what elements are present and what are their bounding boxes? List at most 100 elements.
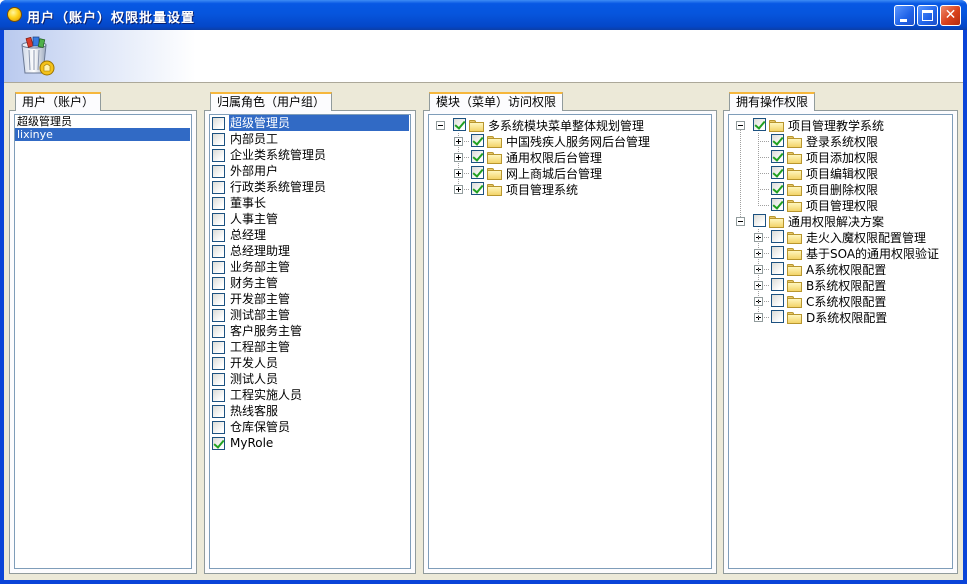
- role-checkbox[interactable]: [212, 197, 225, 210]
- role-item[interactable]: 总经理: [210, 227, 410, 243]
- expand-icon[interactable]: [454, 153, 463, 162]
- operation-group-label[interactable]: 项目管理教学系统: [788, 117, 884, 134]
- role-checkbox[interactable]: [212, 277, 225, 290]
- collapse-icon[interactable]: [736, 217, 745, 226]
- role-item[interactable]: 行政类系统管理员: [210, 179, 410, 195]
- module-node-checkbox[interactable]: [471, 182, 484, 195]
- operation-node-checkbox[interactable]: [771, 182, 784, 195]
- role-item[interactable]: 总经理助理: [210, 243, 410, 259]
- maximize-button[interactable]: [917, 5, 938, 26]
- role-checkbox[interactable]: [212, 293, 225, 306]
- operation-node-checkbox[interactable]: [771, 150, 784, 163]
- app-icon[interactable]: [7, 7, 22, 22]
- operation-node-checkbox[interactable]: [771, 262, 784, 275]
- role-checkbox[interactable]: [212, 341, 225, 354]
- role-item[interactable]: 业务部主管: [210, 259, 410, 275]
- role-checkbox[interactable]: [212, 389, 225, 402]
- operation-node-label[interactable]: 项目添加权限: [806, 149, 878, 166]
- operation-node-label[interactable]: B系统权限配置: [806, 277, 886, 294]
- role-checkbox[interactable]: [212, 133, 225, 146]
- role-checkbox[interactable]: [212, 325, 225, 338]
- role-item[interactable]: MyRole: [210, 435, 410, 451]
- role-item[interactable]: 内部员工: [210, 131, 410, 147]
- operation-node-checkbox[interactable]: [771, 198, 784, 211]
- role-checkbox[interactable]: [212, 149, 225, 162]
- role-item[interactable]: 人事主管: [210, 211, 410, 227]
- role-item[interactable]: 开发人员: [210, 355, 410, 371]
- role-checkbox[interactable]: [212, 245, 225, 258]
- list-item[interactable]: 超级管理员: [15, 115, 191, 128]
- role-checkbox[interactable]: [212, 309, 225, 322]
- modules-tree[interactable]: 多系统模块菜单整体规划管理 中国残疾人服务网后台管理 通用权限后台管理 网上商城后台管…: [428, 114, 712, 569]
- collapse-icon[interactable]: [436, 121, 445, 130]
- operation-node-label[interactable]: C系统权限配置: [806, 293, 886, 310]
- role-checkbox[interactable]: [212, 437, 225, 450]
- role-item[interactable]: 工程部主管: [210, 339, 410, 355]
- minimize-button[interactable]: [894, 5, 915, 26]
- expand-icon[interactable]: [454, 185, 463, 194]
- operation-node-label[interactable]: 登录系统权限: [806, 133, 878, 150]
- title-bar[interactable]: 用户（账户）权限批量设置 ✕: [0, 0, 967, 30]
- role-item[interactable]: 财务主管: [210, 275, 410, 291]
- module-node-label[interactable]: 中国残疾人服务网后台管理: [506, 133, 650, 150]
- operation-node-label[interactable]: 项目编辑权限: [806, 165, 878, 182]
- operation-node-label[interactable]: A系统权限配置: [806, 261, 886, 278]
- role-item[interactable]: 测试人员: [210, 371, 410, 387]
- operation-group-checkbox[interactable]: [753, 118, 766, 131]
- users-listbox[interactable]: 超级管理员 lixinye: [14, 114, 192, 569]
- module-node-label[interactable]: 网上商城后台管理: [506, 165, 602, 182]
- list-item[interactable]: lixinye: [15, 128, 190, 141]
- operation-group-checkbox[interactable]: [753, 214, 766, 227]
- operation-node-label[interactable]: 项目管理权限: [806, 197, 878, 214]
- role-checkbox[interactable]: [212, 405, 225, 418]
- operation-node-label[interactable]: 走火入魔权限配置管理: [806, 229, 926, 246]
- role-item[interactable]: 超级管理员: [210, 115, 410, 131]
- role-item[interactable]: 企业类系统管理员: [210, 147, 410, 163]
- operation-node-checkbox[interactable]: [771, 294, 784, 307]
- role-checkbox[interactable]: [212, 357, 225, 370]
- role-checkbox[interactable]: [212, 181, 225, 194]
- tab-modules[interactable]: 模块（菜单）访问权限: [429, 92, 564, 111]
- operation-group-label[interactable]: 通用权限解决方案: [788, 213, 884, 230]
- operation-node-label[interactable]: 基于SOA的通用权限验证: [806, 245, 939, 262]
- module-node-label[interactable]: 项目管理系统: [506, 181, 578, 198]
- role-checkbox[interactable]: [212, 117, 225, 130]
- expand-icon[interactable]: [454, 137, 463, 146]
- role-item[interactable]: 热线客服: [210, 403, 410, 419]
- tab-roles[interactable]: 归属角色（用户组）: [210, 92, 333, 111]
- expand-icon[interactable]: [454, 169, 463, 178]
- recycle-bin-icon[interactable]: [16, 35, 56, 77]
- role-item[interactable]: 开发部主管: [210, 291, 410, 307]
- role-checkbox[interactable]: [212, 213, 225, 226]
- operation-node-checkbox[interactable]: [771, 230, 784, 243]
- tab-users[interactable]: 用户（账户）: [15, 92, 102, 111]
- operation-node-checkbox[interactable]: [771, 310, 784, 323]
- tab-operations[interactable]: 拥有操作权限: [729, 92, 816, 111]
- collapse-icon[interactable]: [736, 121, 745, 130]
- role-checkbox[interactable]: [212, 261, 225, 274]
- role-item[interactable]: 测试部主管: [210, 307, 410, 323]
- operation-node-checkbox[interactable]: [771, 166, 784, 179]
- role-checkbox[interactable]: [212, 165, 225, 178]
- role-item[interactable]: 外部用户: [210, 163, 410, 179]
- operation-node-checkbox[interactable]: [771, 134, 784, 147]
- role-item[interactable]: 仓库保管员: [210, 419, 410, 435]
- role-item[interactable]: 工程实施人员: [210, 387, 410, 403]
- module-node-checkbox[interactable]: [453, 118, 466, 131]
- role-item[interactable]: 客户服务主管: [210, 323, 410, 339]
- operation-node-checkbox[interactable]: [771, 246, 784, 259]
- operation-node-checkbox[interactable]: [771, 278, 784, 291]
- module-node-label[interactable]: 通用权限后台管理: [506, 149, 602, 166]
- module-node-checkbox[interactable]: [471, 166, 484, 179]
- role-item[interactable]: 董事长: [210, 195, 410, 211]
- role-checkbox[interactable]: [212, 373, 225, 386]
- operation-node-label[interactable]: 项目删除权限: [806, 181, 878, 198]
- close-button[interactable]: ✕: [940, 5, 961, 26]
- operations-tree[interactable]: 项目管理教学系统 登录系统权限 项目添加权限 项目编辑权限 项目删除权限 项目管理权限 通用…: [728, 114, 953, 569]
- role-checkbox[interactable]: [212, 421, 225, 434]
- module-node-checkbox[interactable]: [471, 134, 484, 147]
- module-node-label[interactable]: 多系统模块菜单整体规划管理: [488, 117, 644, 134]
- roles-checklist[interactable]: 超级管理员 内部员工 企业类系统管理员 外部用户 行政类系统管理员 董事长 人事主管 总经理总…: [209, 114, 411, 569]
- module-node-checkbox[interactable]: [471, 150, 484, 163]
- role-checkbox[interactable]: [212, 229, 225, 242]
